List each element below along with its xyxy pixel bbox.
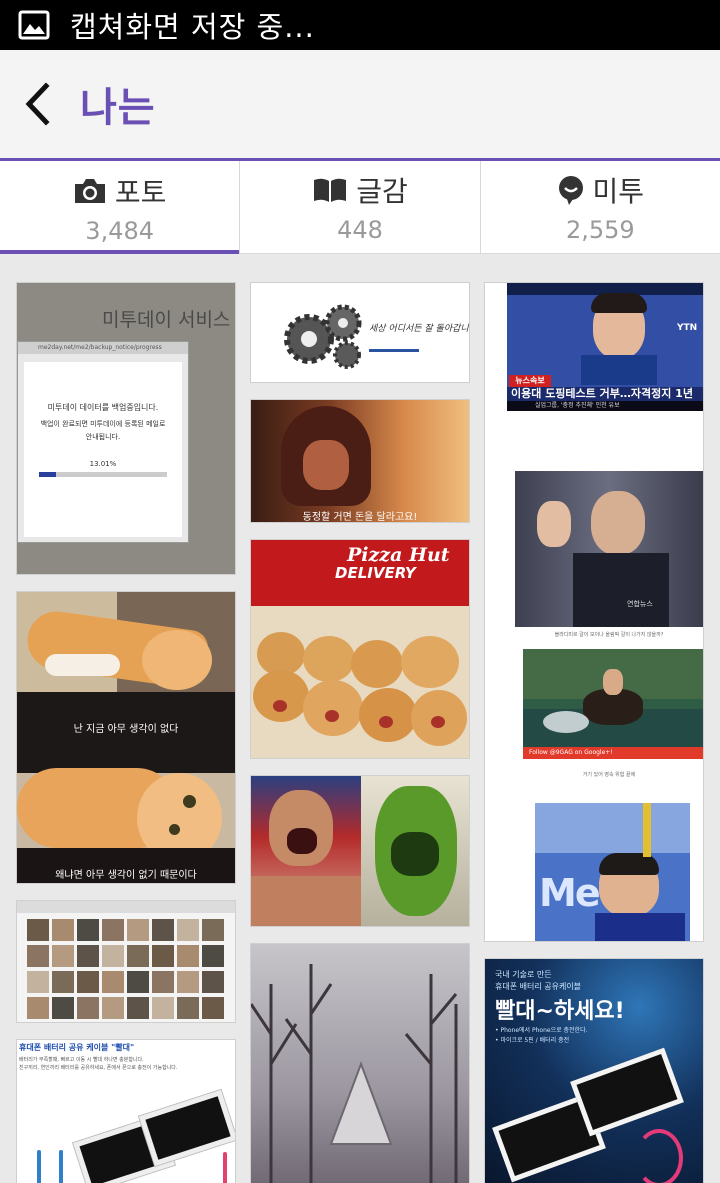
gallery-thumb	[52, 919, 74, 941]
gallery-thumb	[27, 997, 49, 1019]
gallery-thumb	[177, 971, 199, 993]
tab-bar: 포토 3,484 글감 448 미투 2,559	[0, 161, 720, 254]
backup-title: 미투데이 서비스 종료 데이터 백업 안내	[102, 309, 235, 331]
cat-caption-top: 난 지금 아무 생각이 없다	[73, 724, 179, 735]
gallery-thumb	[52, 945, 74, 967]
gallery-thumb	[152, 971, 174, 993]
photo-battery-cable-ad[interactable]: 휴대폰 배터리 공유 케이블 "빨대" 배터리가 부족할때, 빠르고 이동 시 …	[16, 1039, 236, 1183]
gallery-thumb	[177, 919, 199, 941]
battery-right-bullet1: • Phone에서 Phone으로 충전한다.	[495, 1027, 588, 1034]
camera-icon	[74, 178, 105, 203]
gallery-thumb	[52, 971, 74, 993]
tab-writing-count: 448	[337, 216, 383, 244]
app-header: 나는	[0, 50, 720, 158]
news-headline: 이용대 도핑테스트 거부…자격정지 1년	[507, 387, 703, 401]
backup-percent: 13.01%	[89, 460, 117, 468]
gallery-thumb	[102, 919, 124, 941]
pizza-sub: DELIVERY	[335, 564, 416, 582]
backup-line2: 백업이 완료되면 미투데이에 등록된 메일로	[40, 420, 166, 428]
gallery-thumb	[152, 997, 174, 1019]
photo-pizza-hut[interactable]: Pizza Hut DELIVERY	[250, 539, 470, 759]
gallery-thumb	[52, 997, 74, 1019]
gallery-thumb	[127, 919, 149, 941]
image-icon	[18, 10, 50, 40]
status-bar: 캡쳐화면 저장 중...	[0, 0, 720, 50]
backup-line3: 안내됩니다.	[85, 433, 121, 441]
speech-bubble-icon	[558, 176, 583, 205]
photo-grid: 미투데이 서비스 종료 데이터 백업 안내 me2day.net/me2/bac…	[0, 254, 720, 1183]
battery-right-headline: 빨대~하세요!	[495, 999, 625, 1024]
cat-caption-bottom: 왜냐면 아무 생각이 없기 때문이다	[55, 870, 197, 881]
tab-metoo-count: 2,559	[565, 216, 635, 244]
gallery-thumb	[27, 945, 49, 967]
putin-caption2: 거기 있어 영속 위험 끝에	[582, 772, 636, 778]
book-icon	[314, 178, 347, 202]
photo-winter-forest[interactable]	[250, 943, 470, 1183]
gallery-thumb	[202, 919, 224, 941]
photo-rocky-pepper[interactable]	[250, 775, 470, 927]
girl-caption: 동정할 거면 돈을 달라고요!	[302, 512, 418, 523]
pizza-brand: Pizza Hut	[347, 544, 450, 566]
gallery-thumb	[127, 971, 149, 993]
gallery-thumb	[152, 919, 174, 941]
gallery-thumb	[102, 945, 124, 967]
battery-right-top1: 국내 기술로 만든	[495, 970, 552, 979]
gallery-thumb	[102, 971, 124, 993]
backup-line1: 미투데이 데이터를 백업중입니다.	[47, 403, 159, 412]
gallery-thumb	[152, 945, 174, 967]
tab-photo[interactable]: 포토 3,484	[0, 161, 241, 254]
chevron-left-icon	[25, 82, 50, 126]
tab-metoo[interactable]: 미투 2,559	[480, 161, 720, 254]
gallery-thumb	[127, 997, 149, 1019]
gears-text: 세상 어디서든 잘 돌아갑니다	[369, 324, 470, 334]
back-button[interactable]	[22, 74, 74, 134]
page-title: 나는	[80, 85, 156, 131]
photo-gears[interactable]: 세상 어디서든 잘 돌아갑니다	[250, 282, 470, 383]
gallery-thumb	[177, 997, 199, 1019]
gears-icon	[284, 304, 362, 369]
news-badge: 뉴스속보	[509, 375, 551, 387]
backup-progress-fill	[39, 472, 56, 477]
photo-crying-girl[interactable]: 동정할 거면 돈을 달라고요!	[250, 399, 470, 523]
news-sub: 실업그룹, '충정 추진체' 인천 유보	[507, 401, 703, 411]
bare-trees-icon	[251, 964, 458, 1183]
gallery-thumb	[177, 945, 199, 967]
gallery-thumb	[27, 971, 49, 993]
tab-metoo-label: 미투	[592, 175, 645, 208]
photo-backup-notice[interactable]: 미투데이 서비스 종료 데이터 백업 안내 me2day.net/me2/bac…	[16, 282, 236, 575]
gallery-thumb	[202, 997, 224, 1019]
putin-watermark: 연합뉴스	[627, 600, 653, 608]
gallery-thumb	[102, 997, 124, 1019]
gallery-thumb	[202, 971, 224, 993]
backup-url: me2day.net/me2/backup_notice/progress	[18, 342, 188, 354]
battery-left-desc1: 배터리가 부족할때, 빠르고 이동 시 빨대 하나면 충분합니다.	[19, 1057, 144, 1063]
gallery-thumb	[77, 945, 99, 967]
gallery-thumb	[27, 919, 49, 941]
tab-writing-label: 글감	[356, 175, 408, 208]
tab-writing[interactable]: 글감 448	[240, 161, 481, 254]
battery-right-top2: 휴대폰 배터리 공유케이블	[495, 982, 582, 991]
photo-news-putin-collage[interactable]: 뉴스속보 YTN 이용대 도핑테스트 거부…자격정지 1년 실업그룹, '충정 …	[484, 282, 704, 942]
battery-right-bullet2: • 마이크로 5핀 / 배터리 충전	[495, 1037, 570, 1044]
status-text: 캡쳐화면 저장 중...	[70, 10, 315, 44]
gallery-thumb	[127, 945, 149, 967]
news-channel: YTN	[677, 323, 698, 333]
photo-cat-meme[interactable]: 난 지금 아무 생각이 없다 왜냐면 아무 생각이 없기 때문이다	[16, 591, 236, 884]
backup-progress-bar	[39, 472, 167, 477]
gallery-thumb	[77, 919, 99, 941]
photo-battery-cable-promo[interactable]: 국내 기술로 만든 휴대폰 배터리 공유케이블 빨대~하세요! • Phone에…	[484, 958, 704, 1183]
gallery-thumb	[202, 945, 224, 967]
battery-left-desc2: 친구끼리, 연인끼리 배터리를 공유하세요, 폰에서 폰으로 충전이 가능합니다…	[19, 1065, 178, 1071]
tab-photo-count: 3,484	[85, 216, 155, 245]
photo-gallery-screenshot[interactable]	[16, 900, 236, 1023]
gallery-thumb	[77, 997, 99, 1019]
gallery-thumb	[77, 971, 99, 993]
tab-photo-label: 포토	[114, 175, 167, 209]
putin-caption: 블라디미르 갈이 보이나 올림픽 갈이 나가지 않을까?	[554, 632, 664, 638]
putin-follow: Follow @9GAG on Google+!	[523, 747, 703, 759]
battery-left-title: 휴대폰 배터리 공유 케이블 "빨대"	[19, 1043, 135, 1052]
